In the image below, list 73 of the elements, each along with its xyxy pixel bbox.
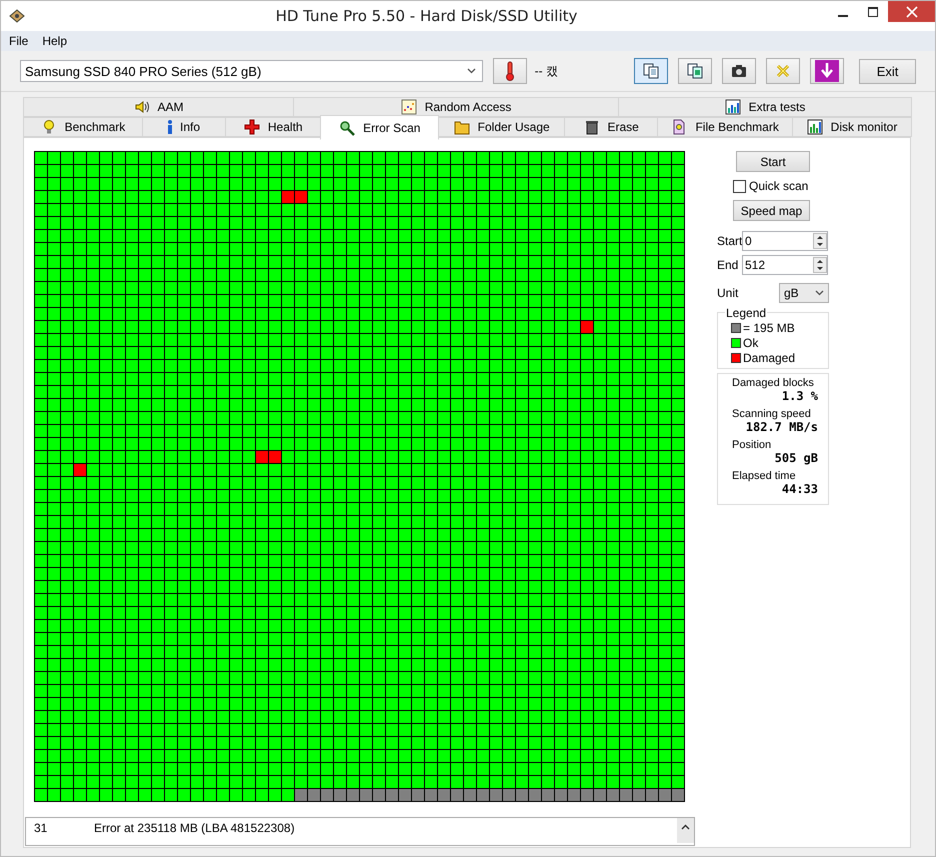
- legend-label: Ok: [743, 336, 758, 350]
- chevron-down-icon: [815, 290, 824, 296]
- legend-swatch: [731, 322, 741, 332]
- tab[interactable]: Random Access: [293, 97, 619, 117]
- info-icon: [168, 120, 172, 134]
- stat-value: 44:33: [780, 482, 818, 496]
- exit-button[interactable]: Exit: [859, 58, 916, 84]
- temperature-reading: -- 캤: [534, 62, 559, 80]
- file-icon: [671, 119, 688, 135]
- close-icon: [906, 6, 918, 18]
- legend-swatch: [731, 352, 741, 362]
- download-button[interactable]: [810, 58, 844, 84]
- copy-icon: [643, 63, 660, 79]
- camera-icon: [731, 63, 748, 79]
- save-button[interactable]: [678, 58, 712, 84]
- tab[interactable]: Disk monitor: [792, 117, 912, 137]
- tab[interactable]: Health: [225, 117, 322, 137]
- bar-chart-icon: [806, 119, 823, 135]
- tab[interactable]: File Benchmark: [657, 117, 794, 137]
- scrollbar[interactable]: [677, 818, 694, 843]
- stat-label: Position: [732, 439, 772, 451]
- trash-icon: [584, 119, 600, 135]
- cross-icon: [244, 119, 260, 135]
- speed-map-button[interactable]: Speed map: [733, 200, 810, 221]
- chevron-up-icon: [681, 824, 690, 830]
- spin-arrows-icon: [813, 233, 827, 249]
- chevron-down-icon: [466, 68, 476, 74]
- tab[interactable]: Benchmark: [23, 117, 143, 137]
- folder-icon: [454, 119, 470, 135]
- close-button[interactable]: [888, 1, 935, 22]
- spin-field[interactable]: 0: [742, 231, 828, 251]
- speaker-icon: [134, 99, 150, 115]
- thermometer-button[interactable]: [492, 58, 527, 84]
- stat-value: 505 gB: [774, 451, 818, 465]
- field-label: Start: [717, 234, 742, 248]
- spin-field[interactable]: 512: [742, 255, 828, 275]
- spin-arrows-icon: [813, 257, 827, 273]
- stat-value: 1.3 %: [780, 389, 818, 403]
- checkbox-label: Quick scan: [749, 179, 808, 193]
- drive-dropdown[interactable]: Samsung SSD 840 PRO Series (512 gB): [20, 60, 483, 82]
- stat-label: Elapsed time: [732, 470, 797, 482]
- documents-icon: [687, 63, 704, 79]
- stat-value: 182.7 MB/s: [744, 420, 818, 434]
- screenshot-button[interactable]: [722, 58, 756, 84]
- quick-scan-checkbox[interactable]: [733, 180, 746, 192]
- tab[interactable]: Folder Usage: [438, 117, 566, 137]
- legend-label: Damaged: [743, 350, 796, 364]
- field-label: End: [717, 258, 740, 272]
- stat-label: Scanning speed: [732, 408, 812, 420]
- tab[interactable]: Erase: [564, 117, 658, 137]
- thermometer-icon: [504, 61, 515, 81]
- legend-swatch: [731, 338, 741, 348]
- scatter-chart-icon: [400, 99, 417, 115]
- start-button[interactable]: Start: [736, 151, 810, 172]
- field-label: Unit: [717, 286, 740, 300]
- error-message: Error at 235118 MB (LBA 481522308): [94, 821, 295, 837]
- magnifier-icon: [339, 120, 356, 136]
- minimize-icon: [838, 14, 848, 16]
- tab[interactable]: AAM: [23, 97, 294, 117]
- unit-dropdown[interactable]: gB: [779, 283, 829, 303]
- stat-label: Damaged blocks: [732, 377, 815, 389]
- tab[interactable]: Extra tests: [618, 97, 912, 117]
- menu-item[interactable]: Help: [42, 34, 68, 48]
- chart-icon: [724, 99, 741, 115]
- window-title: HD Tune Pro 5.50 - Hard Disk/SSD Utility: [274, 7, 578, 25]
- tab[interactable]: Error Scan: [320, 115, 440, 140]
- error-number: 31: [34, 821, 48, 837]
- legend-label: = 195 MB: [743, 320, 795, 334]
- copy-button[interactable]: [634, 58, 668, 84]
- legend-title: Legend: [725, 306, 768, 320]
- tab[interactable]: Info: [142, 117, 226, 137]
- maximize-icon: [868, 6, 878, 16]
- menu-item[interactable]: File: [9, 34, 28, 48]
